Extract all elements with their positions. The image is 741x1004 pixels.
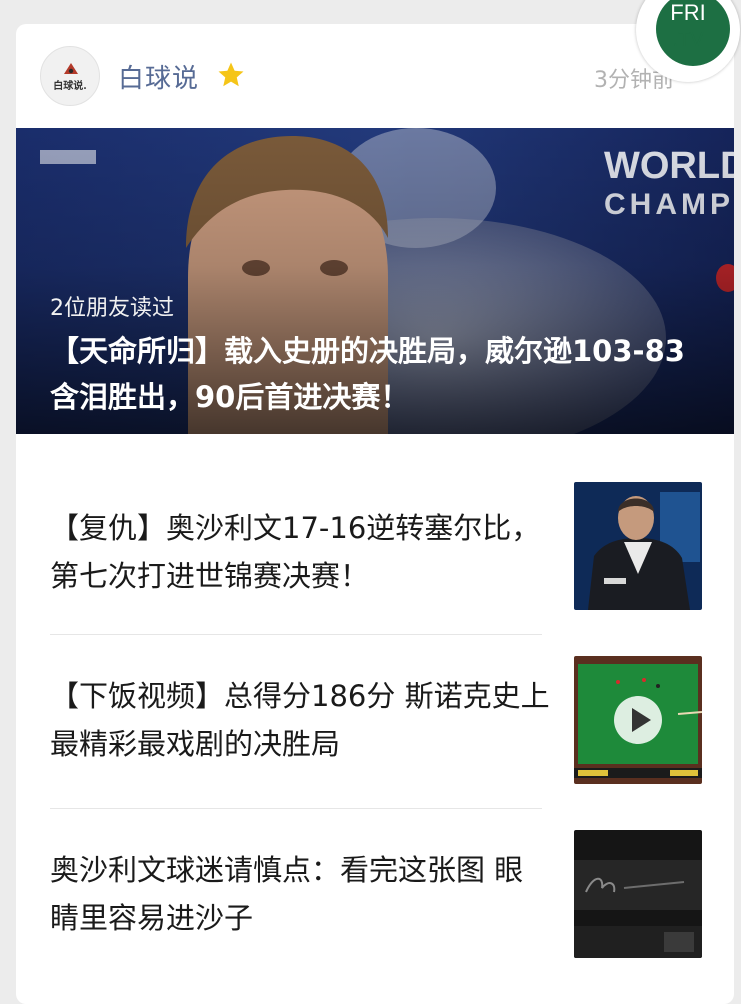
article-title: 【复仇】奥沙利文17-16逆转塞尔比，第七次打进世锦赛决赛！: [50, 511, 541, 593]
article-title: 【下饭视频】总得分186分 斯诺克史上最精彩最戏剧的决胜局: [50, 679, 550, 761]
account-name[interactable]: 白球说: [118, 58, 199, 95]
dark-photo: [574, 830, 702, 958]
article-title: 奥沙利文球迷请慎点：看完这张图 眼睛里容易进沙子: [50, 853, 524, 935]
avatar[interactable]: 白球说.: [40, 46, 100, 106]
article-thumbnail: [574, 830, 702, 958]
list-item[interactable]: 【复仇】奥沙利文17-16逆转塞尔比，第七次打进世锦赛决赛！: [16, 480, 734, 654]
divider: [50, 634, 542, 635]
avatar-logo-text: 白球说.: [53, 81, 87, 92]
divider: [50, 808, 542, 809]
star-icon: [218, 62, 244, 87]
badge-text-line1: FRI: [670, 0, 706, 25]
article-thumbnail: [574, 482, 702, 610]
friends-read-label: 2位朋友读过: [50, 296, 174, 321]
list-item[interactable]: 【下饭视频】总得分186分 斯诺克史上最精彩最戏剧的决胜局: [16, 654, 734, 828]
card-header: 白球说. 白球说 3分钟前: [16, 24, 734, 128]
hero-article[interactable]: WORLD CHAMP 2位朋友读过 【天命所归】载入史册的决胜局，威尔逊103…: [16, 128, 734, 434]
list-item[interactable]: 奥沙利文球迷请慎点：看完这张图 眼睛里容易进沙子: [16, 828, 734, 1002]
article-card: 白球说. 白球说 3分钟前 2位朋友读过 【天命所归】载入史册的决胜局，威尔逊1…: [16, 24, 734, 1004]
hero-title: 【天命所归】载入史册的决胜局，威尔逊103-83含泪胜出，90后首进决赛！: [50, 334, 685, 414]
play-icon[interactable]: [574, 656, 702, 784]
badge-text-line2: .TV: [672, 29, 704, 51]
article-thumbnail: [574, 656, 702, 784]
player-photo: [574, 482, 702, 610]
